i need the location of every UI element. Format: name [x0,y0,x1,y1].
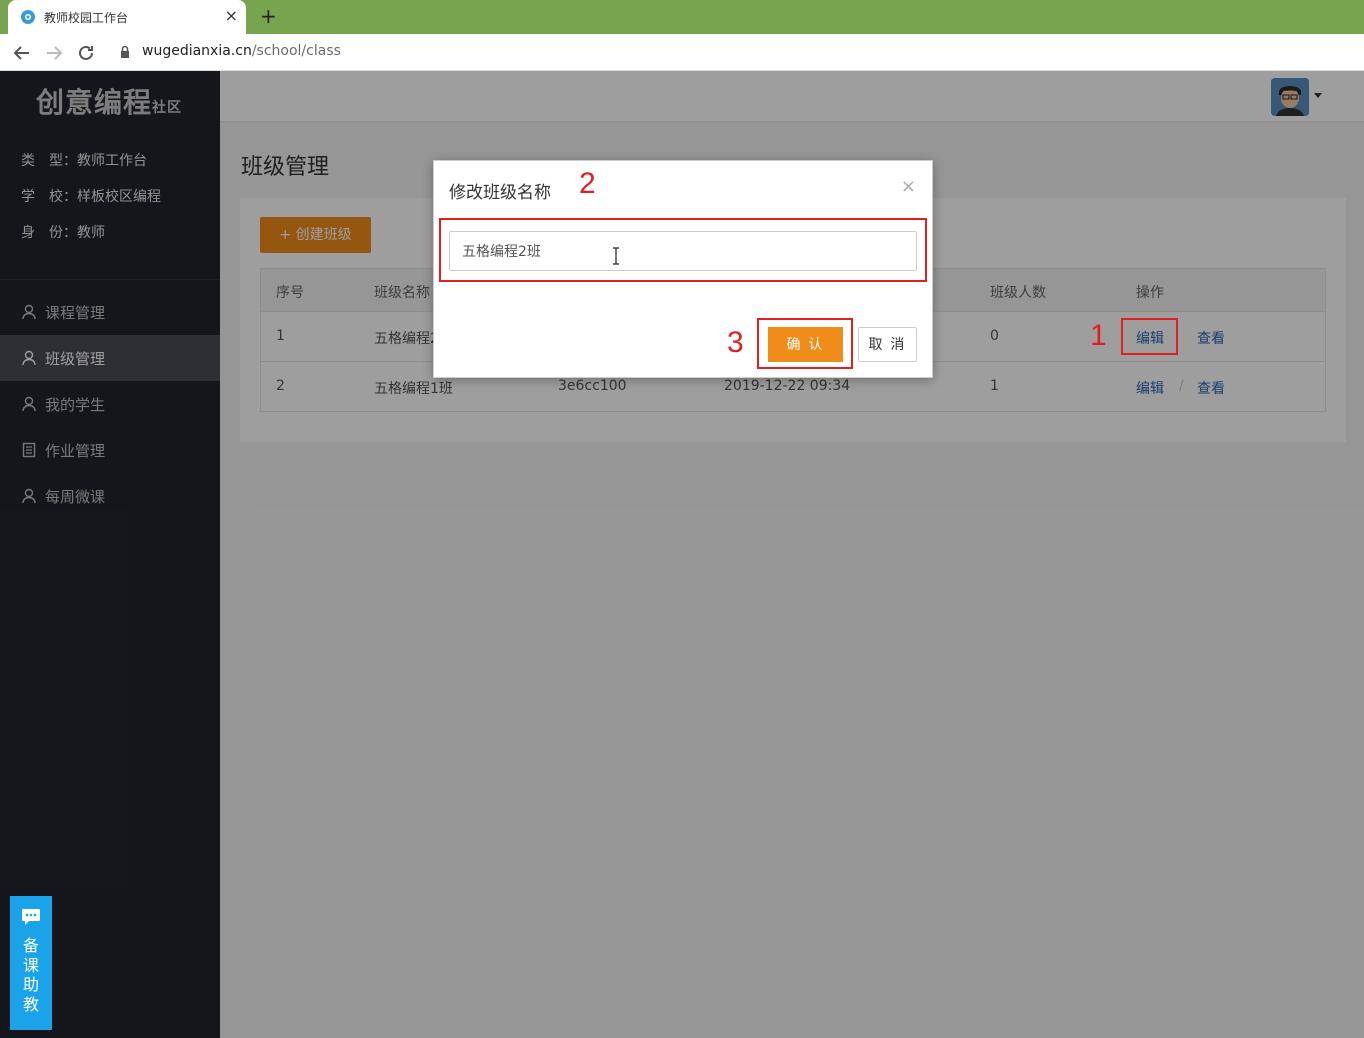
back-arrow-icon[interactable] [11,42,33,64]
annotation-number-2: 2 [579,167,596,200]
chat-bubble-icon [22,909,40,925]
annotation-box-confirm [757,318,853,369]
annotation-box-input [439,218,927,282]
annotation-number-1: 1 [1090,319,1107,352]
tab-title: 教师校园工作台 [44,11,129,25]
reload-icon[interactable] [75,42,97,64]
forward-arrow-icon[interactable] [43,42,65,64]
browser-tab[interactable]: 教师校园工作台 × [8,0,246,34]
new-tab-button[interactable]: + [260,5,277,27]
url-field[interactable]: wugedianxia.cn/school/class [142,43,341,59]
dialog-title: 修改班级名称 [449,183,551,203]
url-path: /school/class [251,43,341,59]
address-bar: wugedianxia.cn/school/class [0,34,1364,71]
favicon-icon [21,10,35,24]
tab-close-icon[interactable]: × [225,7,238,25]
cancel-button[interactable]: 取 消 [858,327,917,362]
helper-label: 备课助教 [22,936,39,1014]
lesson-helper-button[interactable]: 备课助教 [10,896,52,1030]
browser-tab-bar: 教师校园工作台 × + [0,0,1364,34]
annotation-number-3: 3 [727,326,744,359]
annotation-box-edit [1121,318,1178,355]
url-host: wugedianxia.cn [142,43,252,59]
close-icon[interactable]: × [901,176,916,197]
lock-icon [121,45,129,58]
